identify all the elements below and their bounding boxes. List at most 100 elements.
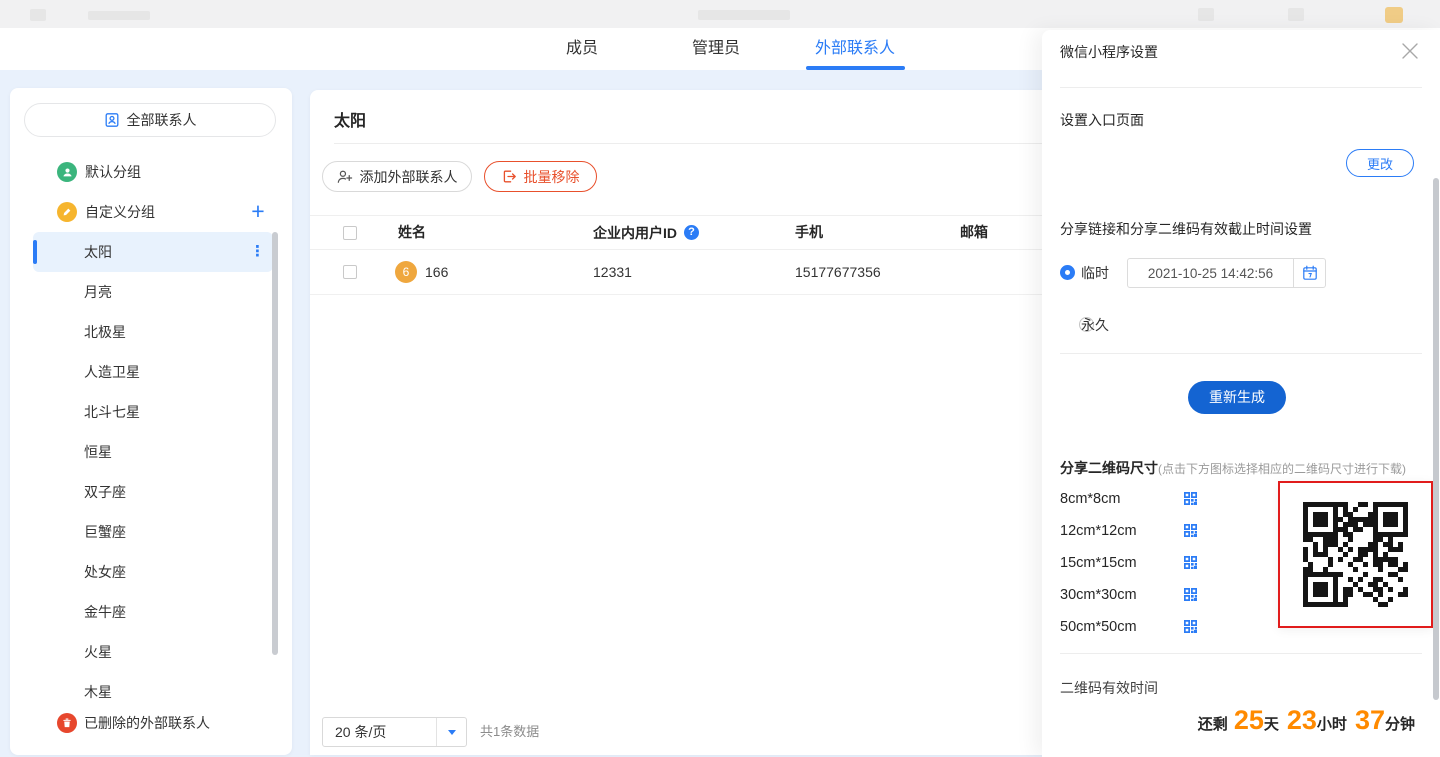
radio-permanent-label[interactable]: 永久 bbox=[1081, 315, 1109, 335]
radio-temporary[interactable] bbox=[1060, 265, 1075, 280]
page-size-select[interactable]: 20 条/页 bbox=[322, 717, 467, 747]
countdown-days: 25 bbox=[1234, 705, 1264, 736]
qr-download-icon[interactable] bbox=[1183, 619, 1198, 639]
miniprogram-settings-drawer: 微信小程序设置 设置入口页面 更改 分享链接和分享二维码有效截止时间设置 临时 … bbox=[1042, 30, 1440, 757]
tab-external-contacts[interactable]: 外部联系人 bbox=[815, 28, 895, 70]
tab-admins[interactable]: 管理员 bbox=[692, 28, 740, 70]
qr-download-icon[interactable] bbox=[1183, 555, 1198, 575]
close-icon[interactable] bbox=[1400, 41, 1420, 61]
sidebar-group-item-selected[interactable]: 太阳 ⋮ bbox=[33, 232, 273, 272]
batch-remove-button[interactable]: 批量移除 bbox=[484, 161, 597, 192]
col-header-userid: 企业内用户ID bbox=[593, 223, 677, 243]
qr-size-label: 30cm*30cm bbox=[1060, 585, 1137, 605]
titlebar-remnant bbox=[698, 10, 790, 20]
countdown-days-unit: 天 bbox=[1264, 713, 1279, 734]
select-all-checkbox[interactable] bbox=[343, 226, 357, 240]
datetime-value: 2021-10-25 14:42:56 bbox=[1128, 266, 1293, 281]
countdown-hours-unit: 小时 bbox=[1317, 713, 1347, 734]
sidebar-group-item[interactable]: 金牛座 bbox=[84, 592, 126, 632]
titlebar-remnant bbox=[30, 9, 46, 21]
titlebar-remnant bbox=[88, 11, 150, 20]
calendar-button[interactable] bbox=[1293, 259, 1325, 287]
validity-section-label: 分享链接和分享二维码有效截止时间设置 bbox=[1060, 219, 1312, 239]
countdown: 还剩 25 天 23 小时 37 分钟 bbox=[1198, 705, 1415, 736]
sidebar-group-item[interactable]: 火星 bbox=[84, 632, 112, 672]
qr-size-hint: (点击下方图标选择相应的二维码尺寸进行下载) bbox=[1158, 462, 1406, 476]
active-tab-underline bbox=[806, 66, 905, 70]
tab-members[interactable]: 成员 bbox=[566, 28, 598, 70]
cell-phone: 15177677356 bbox=[795, 250, 881, 294]
remove-export-icon bbox=[502, 169, 517, 184]
add-external-contact-button[interactable]: 添加外部联系人 bbox=[322, 161, 472, 192]
col-header-name: 姓名 bbox=[398, 216, 426, 249]
total-count-text: 共1条数据 bbox=[480, 717, 539, 747]
row-checkbox[interactable] bbox=[343, 265, 357, 279]
countdown-prefix: 还剩 bbox=[1198, 713, 1228, 734]
sidebar-group-item[interactable]: 北极星 bbox=[84, 312, 126, 352]
titlebar-remnant bbox=[1288, 8, 1304, 21]
avatar: 6 bbox=[395, 261, 417, 283]
all-contacts-label: 全部联系人 bbox=[127, 110, 197, 130]
sidebar-item-deleted-contacts[interactable]: 已删除的外部联系人 bbox=[84, 713, 210, 733]
chevron-down-icon bbox=[448, 730, 456, 735]
add-group-button[interactable]: + bbox=[246, 198, 270, 226]
qr-size-label: 8cm*8cm bbox=[1060, 489, 1120, 509]
qr-valid-time-label: 二维码有效时间 bbox=[1060, 678, 1158, 698]
sidebar-group-item[interactable]: 人造卫星 bbox=[84, 352, 140, 392]
drawer-scrollbar[interactable] bbox=[1433, 178, 1439, 700]
help-icon[interactable]: ? bbox=[684, 225, 699, 240]
col-header-email: 邮箱 bbox=[960, 216, 988, 249]
add-external-contact-label: 添加外部联系人 bbox=[360, 167, 458, 187]
drawer-title: 微信小程序设置 bbox=[1060, 42, 1158, 62]
sidebar-group-item[interactable]: 北斗七星 bbox=[84, 392, 140, 432]
entry-page-label: 设置入口页面 bbox=[1060, 110, 1144, 130]
trash-icon bbox=[57, 713, 77, 733]
qr-code-pattern bbox=[1303, 502, 1408, 607]
change-button[interactable]: 更改 bbox=[1346, 149, 1414, 177]
qr-size-label: 15cm*15cm bbox=[1060, 553, 1137, 573]
page-title: 太阳 bbox=[334, 107, 366, 131]
qr-code-preview bbox=[1278, 481, 1433, 628]
group-label: 太阳 bbox=[84, 232, 112, 272]
sidebar-group-item[interactable]: 木星 bbox=[84, 672, 112, 712]
batch-remove-label: 批量移除 bbox=[524, 167, 580, 187]
regenerate-button[interactable]: 重新生成 bbox=[1188, 381, 1286, 414]
sidebar-group-item[interactable]: 恒星 bbox=[84, 432, 112, 472]
contact-book-icon bbox=[104, 112, 120, 128]
contacts-sidebar: 全部联系人 默认分组 自定义分组 + 太阳 ⋮ 月亮 北极星 人造卫星 北斗七星… bbox=[10, 88, 292, 755]
custom-group-icon bbox=[57, 202, 77, 222]
change-button-label: 更改 bbox=[1367, 154, 1393, 173]
default-group-icon bbox=[57, 162, 77, 182]
selected-indicator-bar bbox=[33, 240, 37, 264]
page-size-value: 20 条/页 bbox=[323, 722, 436, 742]
dropdown-area[interactable] bbox=[437, 730, 466, 735]
countdown-hours: 23 bbox=[1287, 705, 1317, 736]
sidebar-item-custom-group[interactable]: 自定义分组 bbox=[85, 202, 155, 222]
sidebar-group-item[interactable]: 巨蟹座 bbox=[84, 512, 126, 552]
radio-temporary-label[interactable]: 临时 bbox=[1081, 263, 1109, 283]
sidebar-item-default-group[interactable]: 默认分组 bbox=[85, 162, 141, 182]
titlebar-star-icon bbox=[1385, 7, 1403, 23]
sidebar-group-item[interactable]: 双子座 bbox=[84, 472, 126, 512]
cell-name: 166 bbox=[425, 250, 448, 294]
cell-userid: 12331 bbox=[593, 250, 632, 294]
person-add-icon bbox=[337, 169, 353, 184]
qr-size-label: 50cm*50cm bbox=[1060, 617, 1137, 637]
sidebar-scrollbar[interactable] bbox=[272, 232, 278, 655]
countdown-minutes-unit: 分钟 bbox=[1385, 713, 1415, 734]
col-header-phone: 手机 bbox=[795, 216, 823, 249]
qr-download-icon[interactable] bbox=[1183, 587, 1198, 607]
qr-size-title: 分享二维码尺寸 bbox=[1060, 460, 1158, 476]
titlebar-remnant bbox=[1198, 8, 1214, 21]
sidebar-group-item[interactable]: 月亮 bbox=[84, 272, 112, 312]
qr-download-icon[interactable] bbox=[1183, 523, 1198, 543]
calendar-icon bbox=[1302, 265, 1318, 281]
group-kebab-menu-icon[interactable]: ⋮ bbox=[250, 232, 265, 272]
qr-download-icon[interactable] bbox=[1183, 491, 1198, 511]
titlebar bbox=[0, 0, 1440, 29]
qr-size-label: 12cm*12cm bbox=[1060, 521, 1137, 541]
sidebar-group-item[interactable]: 处女座 bbox=[84, 552, 126, 592]
countdown-minutes: 37 bbox=[1355, 705, 1385, 736]
datetime-input[interactable]: 2021-10-25 14:42:56 bbox=[1127, 258, 1326, 288]
all-contacts-button[interactable]: 全部联系人 bbox=[24, 103, 276, 137]
